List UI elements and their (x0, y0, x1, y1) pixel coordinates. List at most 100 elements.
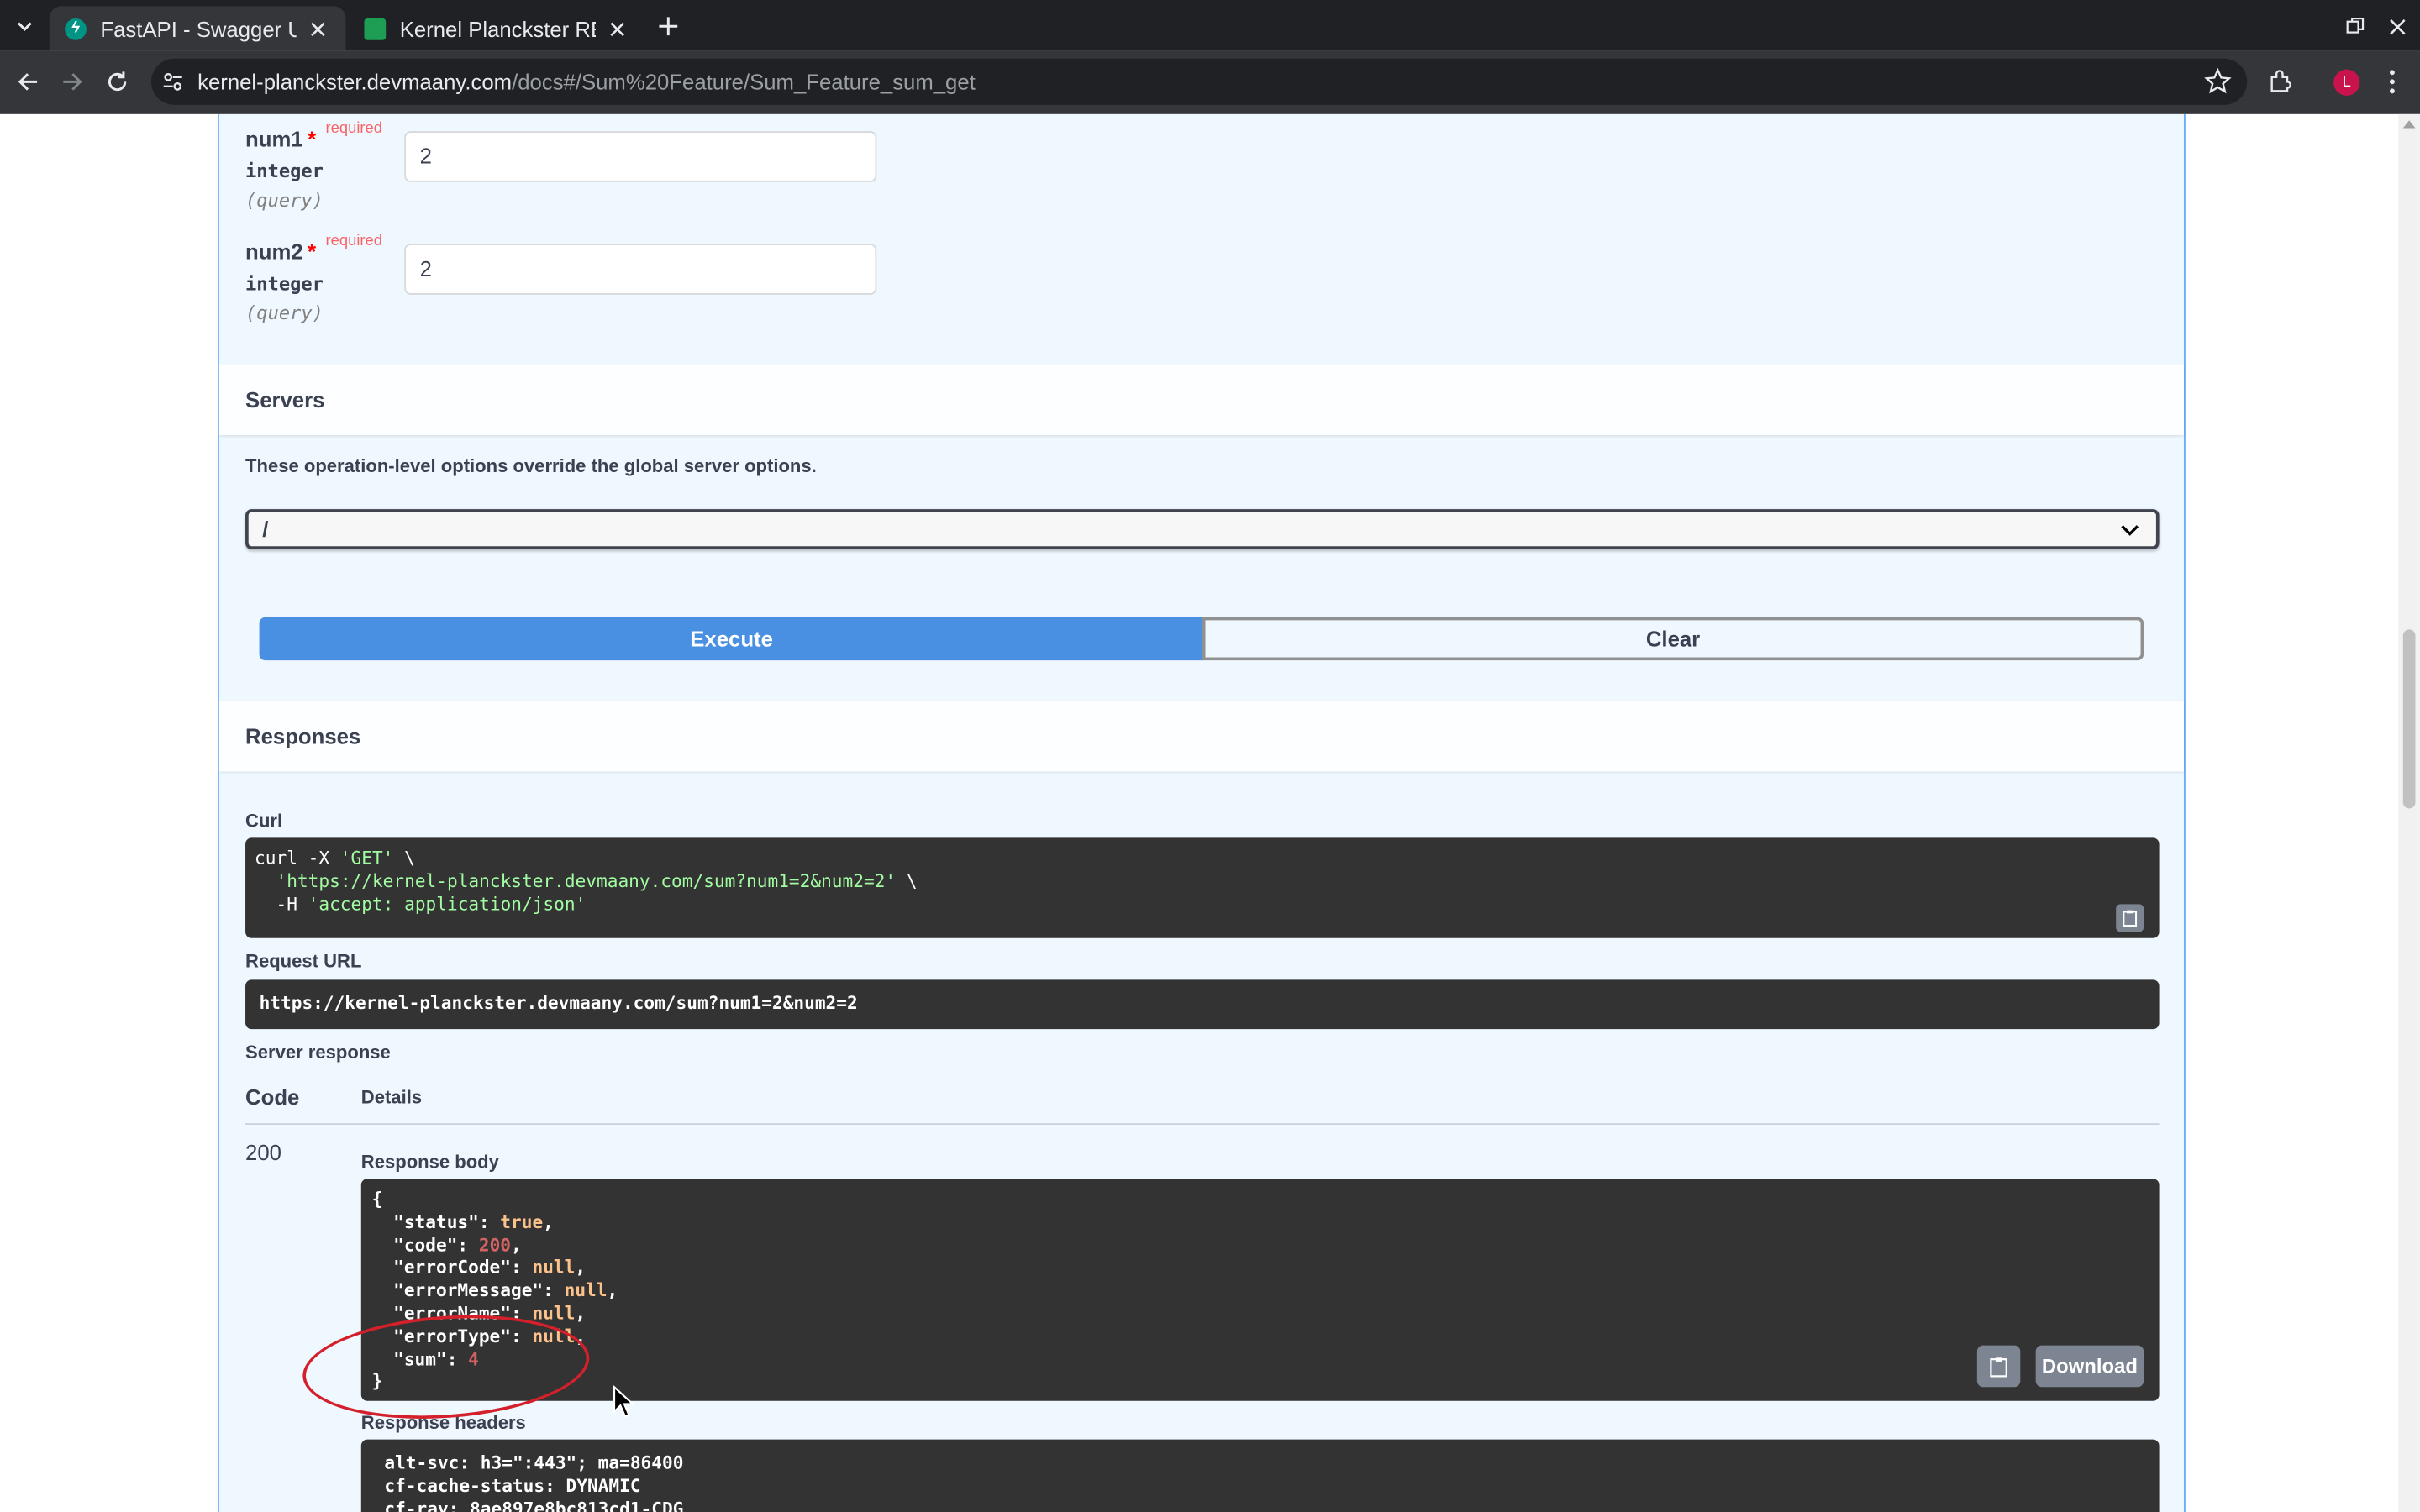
num1-input[interactable]: 2 (404, 131, 877, 182)
json-separator: , (543, 1210, 554, 1233)
param-name-text: num1 (245, 126, 303, 152)
servers-note: These operation-level options override t… (245, 454, 817, 477)
param-num1-name: num1 * required (245, 120, 382, 152)
table-divider (245, 1123, 2160, 1125)
json-field-line: "errorMessage": null, (393, 1278, 618, 1301)
request-url-label: Request URL (245, 950, 362, 973)
curl-url: 'https://kernel-planckster.devmaany.com/… (276, 869, 897, 892)
restore-window-icon[interactable] (2338, 9, 2372, 43)
response-header-line: alt-svc: h3=":443"; ma=86400 (384, 1452, 684, 1474)
tab-title: Kernel Planckster RES (399, 16, 596, 41)
details-column-header: Details (360, 1086, 423, 1108)
json-separator: , (575, 1256, 587, 1278)
required-star: * (308, 239, 317, 265)
json-value: null (532, 1256, 576, 1278)
sheets-favicon-icon (364, 18, 387, 39)
response-headers-code[interactable]: alt-svc: h3=":443"; ma=86400 cf-cache-st… (360, 1439, 2160, 1512)
response-header-line: cf-ray: 8ae897e8bc813cd1-CDG (384, 1497, 684, 1512)
server-select[interactable]: / (245, 509, 2160, 549)
page-scrollbar[interactable] (2398, 113, 2420, 1512)
curl-method: 'GET' (339, 847, 394, 869)
responses-section-header: Responses (218, 700, 2184, 772)
json-key: "code" (393, 1233, 458, 1256)
operation-block-get-sum: num1 * required integer (query) 2 num2 * r… (217, 113, 2186, 1512)
param-num2-type: integer (245, 273, 324, 295)
required-label: required (325, 233, 382, 250)
curl-continuation: \ (896, 869, 918, 892)
url-host: kernel-planckster.devmaany.com (197, 69, 513, 95)
responses-title: Responses (245, 723, 361, 748)
browser-toolbar: kernel-planckster.devmaany.com/docs#/Sum… (0, 50, 2420, 114)
curl-header-flag: -H (255, 892, 308, 915)
servers-section-header: Servers (218, 364, 2184, 435)
server-select-value: / (262, 517, 269, 542)
tab-swagger[interactable]: ϟ FastAPI - Swagger UI (49, 6, 346, 51)
profile-avatar[interactable]: L (2333, 69, 2360, 96)
browser-menu-icon[interactable] (2377, 65, 2408, 98)
execute-button[interactable]: Execute (259, 617, 1204, 661)
page-viewport: num1 * required integer (query) 2 num2 * r… (0, 113, 2420, 1512)
new-tab-plus-icon[interactable] (651, 9, 685, 43)
fastapi-favicon-icon: ϟ (65, 18, 87, 39)
num2-input[interactable]: 2 (404, 244, 877, 295)
close-tab-icon[interactable] (306, 16, 330, 40)
curl-accept-header: 'accept: application/json' (308, 892, 587, 915)
curl-code-block[interactable]: curl -X 'GET' \ 'https://kernel-planckst… (245, 837, 2160, 938)
json-key: "status" (393, 1210, 479, 1233)
json-separator: , (575, 1302, 587, 1324)
param-num2-name: num2 * required (245, 233, 382, 265)
url-text: kernel-planckster.devmaany.com/docs#/Sum… (197, 70, 976, 94)
download-button[interactable]: Download (2035, 1345, 2144, 1388)
close-tab-icon[interactable] (605, 16, 629, 40)
scrollbar-thumb[interactable] (2402, 629, 2416, 809)
forward-arrow-icon[interactable] (54, 63, 91, 100)
url-path: /docs#/Sum%20Feature/Sum_Feature_sum_get (512, 69, 976, 95)
extensions-puzzle-icon[interactable] (2264, 65, 2297, 98)
site-settings-icon[interactable] (160, 70, 185, 94)
tab-search-chevron-icon[interactable] (6, 9, 43, 43)
mouse-cursor-icon (613, 1385, 634, 1418)
chevron-down-icon (2121, 525, 2139, 536)
curl-continuation: \ (393, 847, 415, 869)
request-url-value[interactable]: https://kernel-planckster.devmaany.com/s… (245, 979, 2160, 1030)
json-value: true (500, 1210, 544, 1233)
json-separator: , (511, 1233, 522, 1256)
tab-strip: ϟ FastAPI - Swagger UI Kernel Planckster… (0, 0, 2420, 51)
response-body-label: Response body (360, 1151, 499, 1173)
response-header-line: cf-cache-status: DYNAMIC (384, 1474, 641, 1497)
required-label: required (325, 120, 382, 138)
json-field-line: "errorCode": null, (393, 1256, 587, 1278)
close-window-icon[interactable] (2380, 9, 2413, 43)
server-response-label: Server response (245, 1041, 391, 1063)
tab-title: FastAPI - Swagger UI (100, 16, 297, 41)
code-column-header: Code (245, 1084, 300, 1110)
clear-button[interactable]: Clear (1202, 617, 2144, 661)
response-body-code[interactable]: { "status": true, "code": 200, "errorCod… (360, 1179, 2160, 1401)
json-key: "errorCode" (393, 1256, 512, 1278)
copy-curl-icon[interactable] (2116, 904, 2144, 932)
json-value: 200 (478, 1233, 512, 1256)
address-bar[interactable]: kernel-planckster.devmaany.com/docs#/Sum… (151, 58, 2248, 105)
bookmark-star-icon[interactable] (2204, 67, 2232, 96)
json-value: null (532, 1302, 576, 1324)
json-separator: , (607, 1278, 618, 1301)
param-num1-in: (query) (245, 189, 324, 212)
copy-response-icon[interactable] (1976, 1345, 2021, 1388)
param-num1-type: integer (245, 160, 324, 182)
required-star: * (308, 126, 317, 152)
json-open-brace: { (371, 1188, 383, 1210)
curl-label: Curl (245, 810, 283, 832)
scroll-up-arrow-icon[interactable] (2402, 120, 2416, 129)
param-name-text: num2 (245, 239, 303, 265)
reload-icon[interactable] (99, 63, 136, 100)
json-value: null (564, 1278, 608, 1301)
status-code: 200 (245, 1140, 281, 1165)
servers-title: Servers (245, 387, 325, 412)
json-field-line: "code": 200, (393, 1233, 522, 1256)
curl-cmd: curl -X (255, 847, 340, 869)
back-arrow-icon[interactable] (9, 63, 46, 100)
json-field-line: "status": true, (393, 1210, 554, 1233)
tab-kernel-planckster[interactable]: Kernel Planckster RES (349, 6, 645, 50)
param-num2-in: (query) (245, 302, 324, 324)
json-key: "errorMessage" (393, 1278, 544, 1301)
